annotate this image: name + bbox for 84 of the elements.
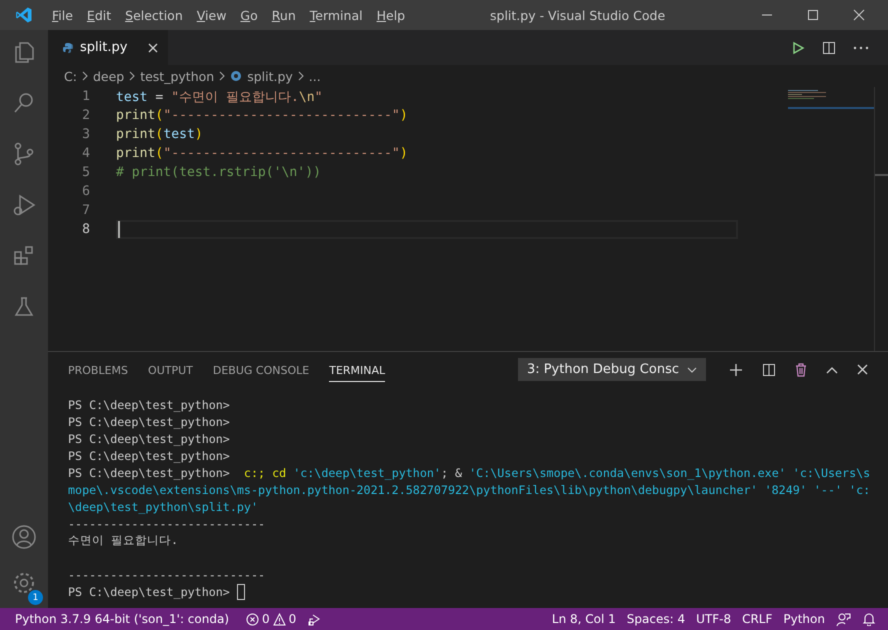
menu-item[interactable]: Run <box>264 8 303 22</box>
run-icon[interactable] <box>791 40 805 54</box>
bell-icon[interactable] <box>862 612 876 626</box>
warning-count[interactable]: 0 <box>288 612 296 626</box>
account-icon[interactable] <box>11 524 37 550</box>
error-count[interactable]: 0 <box>262 612 270 626</box>
line-number: 7 <box>81 203 91 218</box>
window-title: split.py - Visual Studio Code <box>490 8 666 22</box>
line-number: 4 <box>81 146 91 161</box>
terminal-line: 수면이 필요합니다. <box>68 533 178 548</box>
menu-item[interactable]: Selection <box>118 8 190 22</box>
panel-tab[interactable]: PROBLEMS <box>68 358 128 382</box>
editor-tab[interactable]: split.py <box>48 30 168 65</box>
breadcrumb-item[interactable]: ... <box>308 68 321 84</box>
close-icon[interactable] <box>853 9 865 21</box>
terminal-line: PS C:\deep\test_python> <box>68 448 230 462</box>
terminal-line: \deep\test_python\split.py' <box>68 500 258 514</box>
vscode-logo-icon <box>15 6 33 24</box>
cursor-position[interactable]: Ln 8, Col 1 <box>552 612 616 626</box>
flask-icon[interactable] <box>12 295 36 319</box>
terminal-line: PS C:\deep\test_python> <box>68 432 230 446</box>
python-interpreter[interactable]: Python 3.7.9 64-bit ('son_1': conda) <box>15 612 229 626</box>
code-line: print("----------------------------") <box>116 146 408 161</box>
text-cursor <box>118 221 120 238</box>
line-number: 3 <box>81 127 91 142</box>
breadcrumb-item[interactable]: split.py <box>247 68 293 84</box>
split-editor-icon[interactable] <box>822 40 836 54</box>
encoding[interactable]: UTF-8 <box>696 612 732 626</box>
menu-item[interactable]: Terminal <box>302 8 370 22</box>
terminal-line: PS C:\deep\test_python> <box>68 584 231 598</box>
python-file-icon <box>62 42 74 54</box>
terminal-line: PS C:\deep\test_python> c:; cd 'c:\deep\test_python'; & 'C:\Users\smope\.conda\envs\son_1\python.exe' 'c:\Users\s <box>68 466 870 480</box>
terminal-line: PS C:\deep\test_python> <box>68 414 230 428</box>
error-icon[interactable] <box>246 612 259 626</box>
terminal-line: ---------------------------- <box>68 516 266 530</box>
breadcrumb-item[interactable]: deep <box>92 68 124 84</box>
menu-item[interactable]: View <box>190 8 234 22</box>
source-control-icon[interactable] <box>12 142 36 166</box>
language-mode[interactable]: Python <box>783 612 825 626</box>
run-debug-icon[interactable] <box>12 193 36 217</box>
code-line: print(test) <box>116 127 203 142</box>
warning-icon[interactable] <box>272 612 286 626</box>
panel-tab[interactable]: DEBUG CONSOLE <box>212 358 310 382</box>
line-number: 2 <box>81 108 91 123</box>
maximize-icon[interactable] <box>807 9 819 21</box>
live-share-icon[interactable] <box>307 612 322 626</box>
chevron-down-icon <box>687 366 697 372</box>
code-line: test = "수면이 필요합니다.\n" <box>116 88 323 106</box>
plus-icon[interactable] <box>729 362 743 376</box>
panel-tab[interactable]: OUTPUT <box>148 358 193 382</box>
terminal-dropdown[interactable]: 3: Python Debug Consc <box>518 358 706 381</box>
chevron-icon <box>298 71 304 81</box>
code-line: # print(test.rstrip('\n')) <box>116 165 321 180</box>
chevron-icon <box>129 71 136 81</box>
close-panel-icon[interactable] <box>857 364 868 375</box>
terminal-line: ---------------------------- <box>68 568 266 582</box>
extensions-icon[interactable] <box>12 244 36 268</box>
chevron-icon <box>82 71 88 81</box>
close-tab-icon[interactable] <box>148 42 158 52</box>
line-number: 6 <box>81 184 91 199</box>
line-number: 8 <box>81 222 91 237</box>
split-terminal-icon[interactable] <box>762 362 776 376</box>
code-line: print("----------------------------") <box>116 108 408 123</box>
trash-icon[interactable] <box>795 362 807 376</box>
terminal-line: PS C:\deep\test_python> <box>68 398 230 412</box>
menu-item[interactable]: Go <box>233 8 265 22</box>
line-number: 5 <box>81 165 91 180</box>
line-number: 1 <box>81 89 91 104</box>
line-ending[interactable]: CRLF <box>742 612 772 626</box>
indentation[interactable]: Spaces: 4 <box>626 612 686 626</box>
chevron-icon <box>219 71 226 81</box>
feedback-icon[interactable] <box>836 612 851 626</box>
scrollbar[interactable] <box>874 87 888 351</box>
chevron-up-icon[interactable] <box>826 366 838 374</box>
breadcrumb-item[interactable]: test_python <box>140 68 214 84</box>
menu-item[interactable]: Help <box>370 8 412 22</box>
terminal-line: mope\.vscode\extensions\ms-python.python-2021.2.582707922\pythonFiles\lib\python\debugpy\launcher' '8249' '--' 'c: <box>68 482 870 496</box>
more-actions-icon[interactable] <box>853 46 869 50</box>
python-file-icon <box>230 70 242 82</box>
menu-item[interactable]: File <box>45 8 80 22</box>
notification-badge: 1 <box>28 590 43 605</box>
panel-tab[interactable]: TERMINAL <box>329 358 386 382</box>
menu-item[interactable]: Edit <box>80 8 118 22</box>
breadcrumb-item[interactable]: C: <box>64 68 77 84</box>
